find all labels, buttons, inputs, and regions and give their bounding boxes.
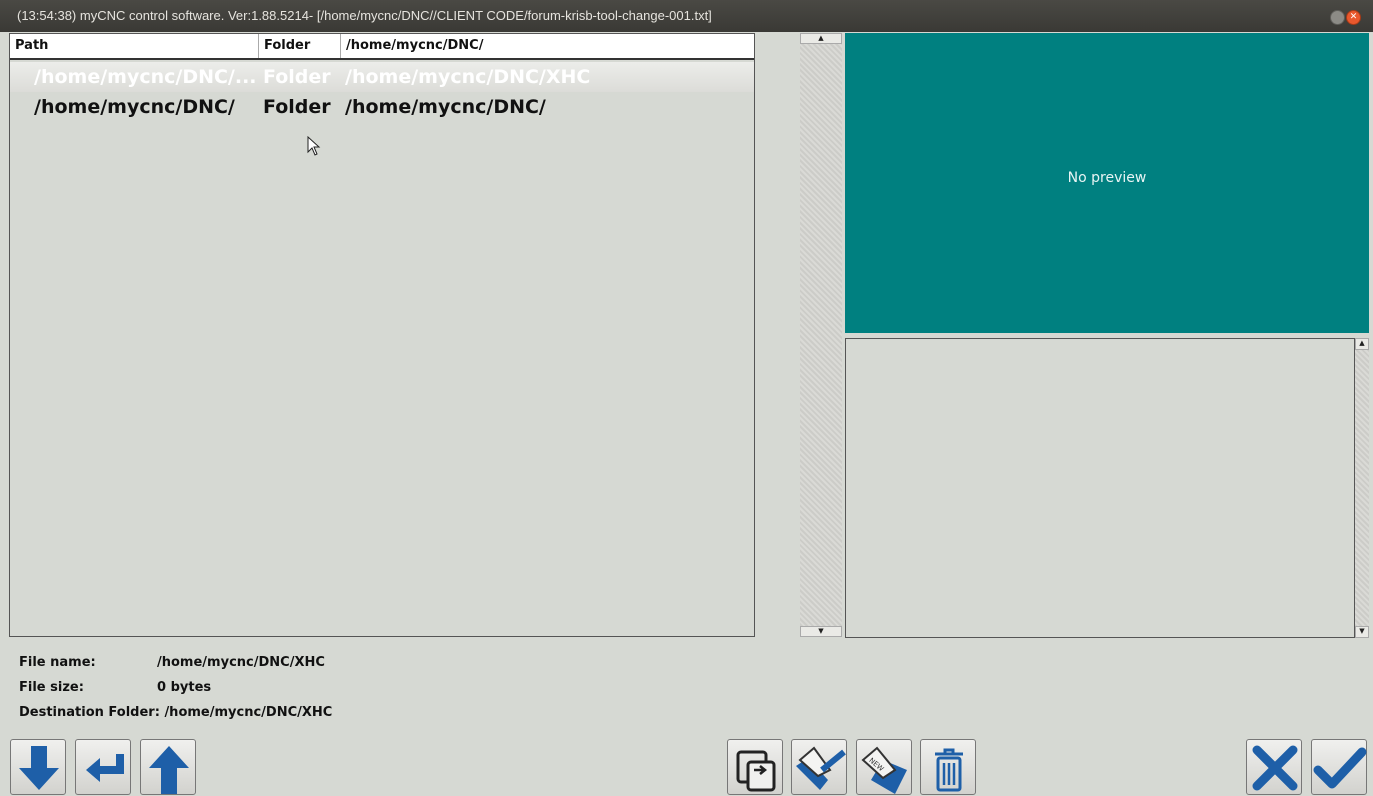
close-window-button[interactable]: ✕ bbox=[1346, 10, 1361, 25]
enter-button[interactable] bbox=[75, 739, 131, 795]
file-name-value: /home/mycnc/DNC/XHC bbox=[157, 655, 325, 670]
save-button[interactable] bbox=[791, 739, 847, 795]
content-scroll-down-button[interactable]: ▼ bbox=[1355, 626, 1369, 638]
list-scrollbar[interactable]: ▲ ▼ bbox=[800, 33, 842, 637]
arrow-up-icon bbox=[149, 746, 189, 794]
file-size-info: File size: 0 bytes bbox=[19, 680, 211, 695]
scroll-down-button[interactable]: ▼ bbox=[800, 626, 842, 637]
cancel-icon bbox=[1252, 745, 1298, 791]
ok-icon bbox=[1313, 747, 1367, 789]
destination-value: /home/mycnc/DNC/XHC bbox=[164, 705, 333, 720]
copy-icon bbox=[736, 750, 776, 792]
header-folder[interactable]: Folder bbox=[259, 34, 341, 58]
preview-pane: No preview bbox=[845, 33, 1369, 333]
header-location[interactable]: /home/mycnc/DNC/ bbox=[341, 34, 754, 58]
scroll-up-button[interactable]: ▲ bbox=[800, 33, 842, 44]
content-scroll-up-button[interactable]: ▲ bbox=[1355, 338, 1369, 350]
row-target: /home/mycnc/DNC/ bbox=[345, 96, 546, 118]
ok-button[interactable] bbox=[1311, 739, 1367, 795]
header-path[interactable]: Path bbox=[10, 34, 259, 58]
window-title: (13:54:38) myCNC control software. Ver:1… bbox=[17, 8, 712, 23]
destination-label: Destination Folder: bbox=[19, 705, 160, 720]
mouse-cursor-icon bbox=[307, 136, 321, 156]
copy-button[interactable] bbox=[727, 739, 783, 795]
preview-text: No preview bbox=[1067, 170, 1147, 186]
row-path: /home/mycnc/DNC/... bbox=[34, 66, 256, 88]
trash-icon bbox=[935, 748, 963, 792]
file-size-value: 0 bytes bbox=[157, 680, 212, 695]
row-type: Folder bbox=[263, 96, 331, 118]
save-icon bbox=[796, 746, 846, 790]
minimize-button[interactable] bbox=[1330, 10, 1345, 25]
save-as-new-button[interactable]: NEW bbox=[856, 739, 912, 795]
enter-icon bbox=[86, 754, 124, 782]
file-size-label: File size: bbox=[19, 680, 84, 695]
file-name-label: File name: bbox=[19, 655, 96, 670]
table-row[interactable]: /home/mycnc/DNC/ Folder /home/mycnc/DNC/ bbox=[10, 92, 754, 122]
file-name-info: File name: /home/mycnc/DNC/XHC bbox=[19, 655, 325, 670]
title-bar: (13:54:38) myCNC control software. Ver:1… bbox=[0, 0, 1373, 32]
destination-info: Destination Folder: /home/mycnc/DNC/XHC bbox=[19, 705, 332, 720]
delete-button[interactable] bbox=[920, 739, 976, 795]
cancel-button[interactable] bbox=[1246, 739, 1302, 795]
file-content-box[interactable] bbox=[845, 338, 1355, 638]
row-path: /home/mycnc/DNC/ bbox=[34, 96, 235, 118]
table-row[interactable]: /home/mycnc/DNC/... Folder /home/mycnc/D… bbox=[10, 62, 754, 92]
arrow-down-icon bbox=[19, 746, 59, 790]
row-type: Folder bbox=[263, 66, 331, 88]
move-down-button[interactable] bbox=[10, 739, 66, 795]
content-scrollbar[interactable]: ▲ ▼ bbox=[1355, 338, 1369, 638]
table-header: Path Folder /home/mycnc/DNC/ bbox=[10, 34, 754, 60]
move-up-button[interactable] bbox=[140, 739, 196, 795]
file-list[interactable]: Path Folder /home/mycnc/DNC/ /home/mycnc… bbox=[9, 33, 755, 637]
row-target: /home/mycnc/DNC/XHC bbox=[345, 66, 591, 88]
save-as-new-icon: NEW bbox=[861, 746, 907, 794]
